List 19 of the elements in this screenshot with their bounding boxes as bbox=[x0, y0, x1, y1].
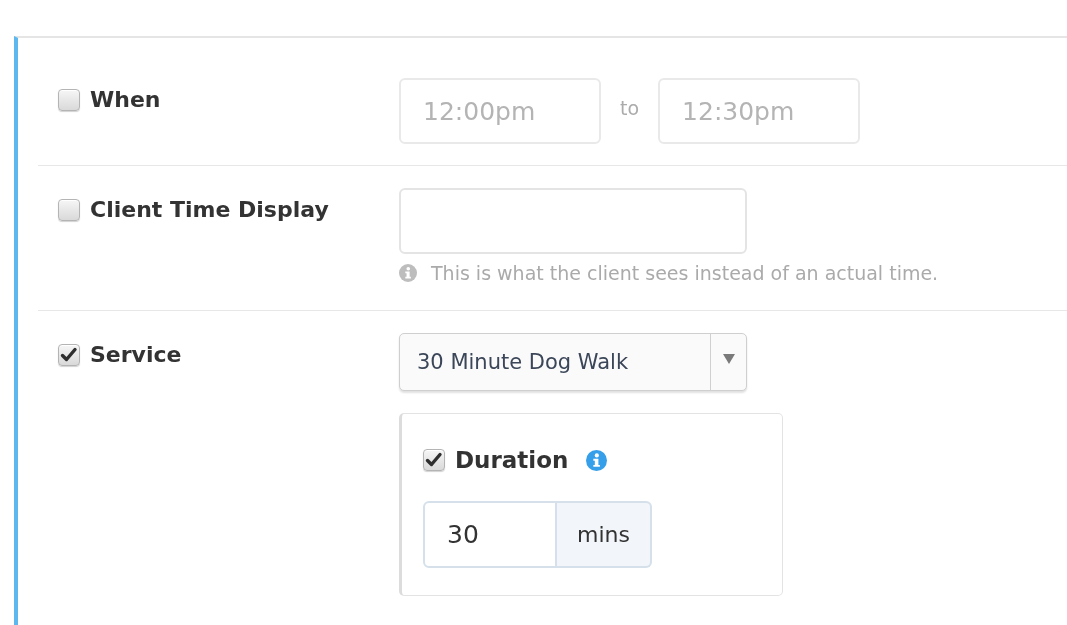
field-label: Client Time Display bbox=[90, 197, 329, 223]
service-select[interactable]: 30 Minute Dog Walk bbox=[399, 333, 747, 391]
help-text: This is what the client sees instead of an actual time. bbox=[431, 261, 939, 285]
option-label: Duration bbox=[455, 446, 569, 474]
time-field[interactable]: 12:00pm bbox=[399, 78, 601, 144]
info-icon bbox=[399, 264, 417, 282]
checkbox[interactable] bbox=[58, 89, 80, 111]
range-separator: to bbox=[620, 97, 640, 119]
text-field[interactable] bbox=[399, 188, 747, 254]
time-field[interactable]: 12:30pm bbox=[658, 78, 861, 144]
checkbox[interactable] bbox=[58, 199, 80, 221]
caret-icon bbox=[722, 354, 735, 364]
duration-field[interactable]: 30 bbox=[423, 501, 557, 568]
checkbox[interactable] bbox=[423, 449, 445, 471]
unit-label: mins bbox=[557, 501, 652, 568]
info-icon[interactable] bbox=[586, 449, 608, 471]
field-label: Service bbox=[90, 342, 182, 368]
field-label: When bbox=[90, 87, 161, 113]
checkbox[interactable] bbox=[58, 344, 80, 366]
